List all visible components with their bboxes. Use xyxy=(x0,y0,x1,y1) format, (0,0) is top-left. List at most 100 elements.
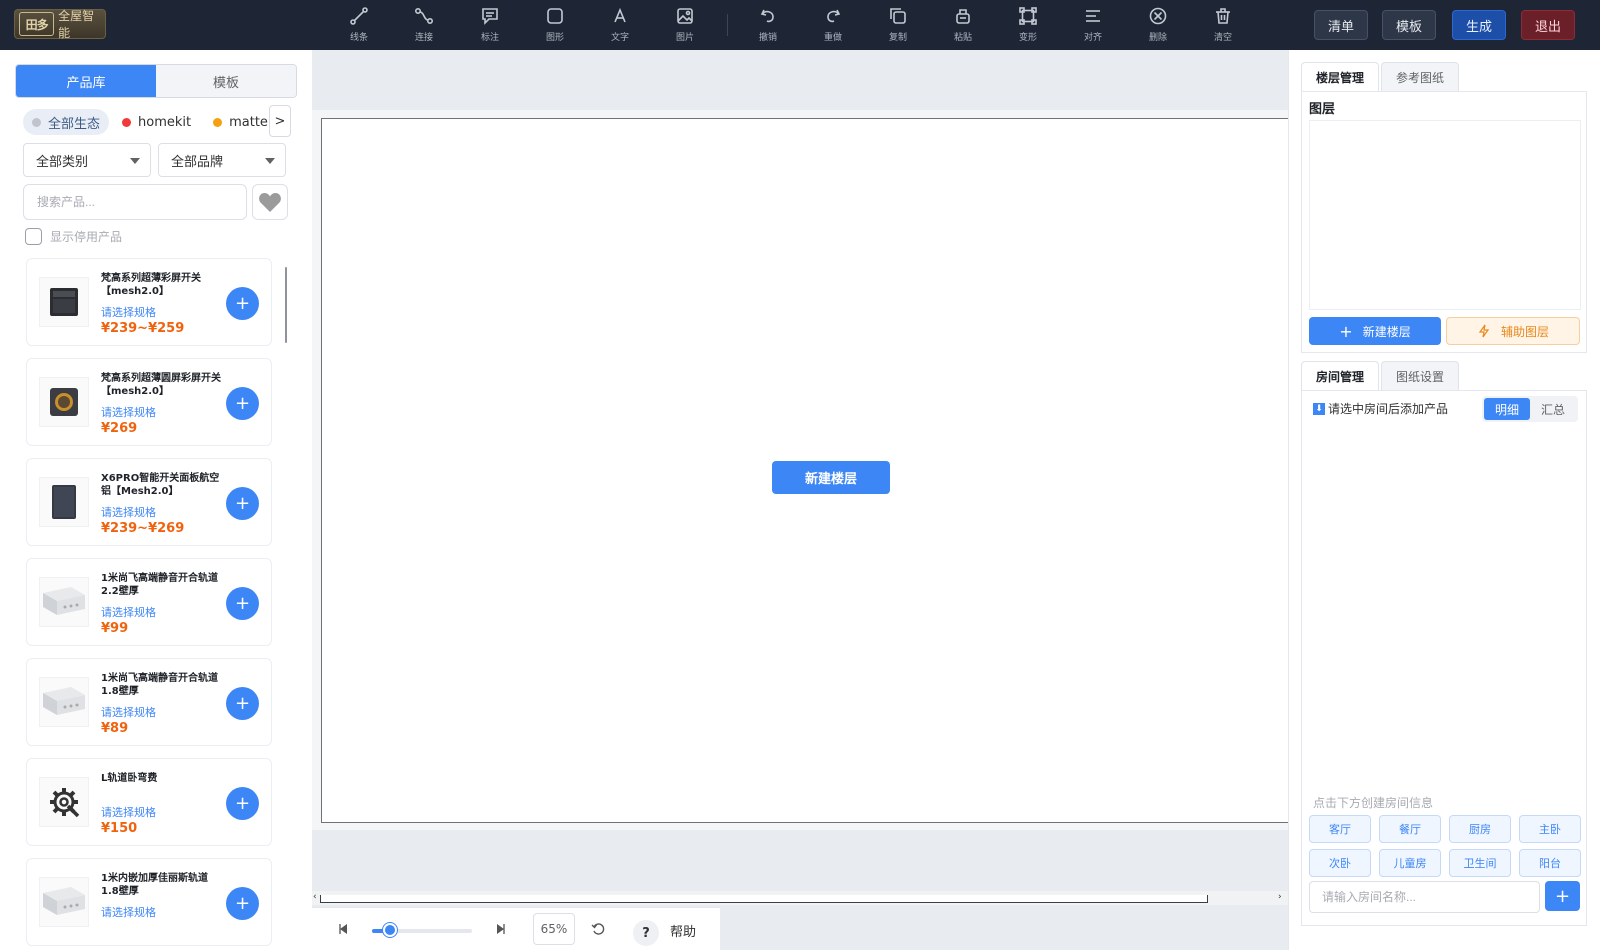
list-button[interactable]: 清单 xyxy=(1314,10,1368,40)
tool-clear[interactable]: 清空 xyxy=(1201,6,1245,46)
favorites-button[interactable] xyxy=(252,184,288,220)
product-spec-link[interactable]: 请选择规格 xyxy=(101,404,156,420)
tool-text-label: 文字 xyxy=(610,33,629,43)
tool-redo-label: 重做 xyxy=(823,33,842,43)
brand-select[interactable]: 全部品牌 xyxy=(158,143,286,177)
product-spec-link[interactable]: 请选择规格 xyxy=(101,304,156,320)
tool-undo[interactable]: 撤销 xyxy=(746,6,790,46)
tool-shape[interactable]: 图形 xyxy=(533,6,577,46)
product-list-scrollbar[interactable] xyxy=(285,267,287,343)
add-product-button[interactable]: + xyxy=(226,887,259,920)
new-floor-center-button[interactable]: 新建楼层 xyxy=(772,461,890,494)
eco-all[interactable]: 全部生态 xyxy=(23,109,110,135)
help-icon[interactable]: ? xyxy=(633,920,659,946)
room-preset-bathroom[interactable]: 卫生间 xyxy=(1449,849,1511,877)
room-presets: 客厅 餐厅 厨房 主卧 次卧 儿童房 卫生间 阳台 xyxy=(1309,815,1581,877)
room-preset-living[interactable]: 客厅 xyxy=(1309,815,1371,843)
room-name-input[interactable] xyxy=(1309,881,1540,913)
tool-text[interactable]: 文字 xyxy=(598,6,642,46)
help-link[interactable]: 帮助 xyxy=(670,921,696,940)
room-preset-kids-room[interactable]: 儿童房 xyxy=(1379,849,1441,877)
tab-floor-management[interactable]: 楼层管理 xyxy=(1301,62,1380,92)
brand-select-value: 全部品牌 xyxy=(171,154,224,170)
generate-button[interactable]: 生成 xyxy=(1452,10,1506,40)
logo-mark: 田多 xyxy=(19,12,55,36)
add-product-button[interactable]: + xyxy=(226,387,259,420)
add-product-button[interactable]: + xyxy=(226,687,259,720)
eco-homekit-label: homekit xyxy=(138,114,192,130)
eco-homekit[interactable]: homekit xyxy=(113,109,200,135)
add-product-button[interactable]: + xyxy=(226,287,259,320)
align-icon xyxy=(1086,10,1100,22)
eco-next-button[interactable]: > xyxy=(269,105,291,137)
add-product-button[interactable]: + xyxy=(226,787,259,820)
product-spec-link[interactable]: 请选择规格 xyxy=(101,704,156,720)
room-tabs: 房间管理 图纸设置 xyxy=(1301,361,1461,391)
product-card[interactable]: 梵高系列超薄彩屏开关【mesh2.0】 请选择规格 ¥239~¥259 + xyxy=(26,258,272,346)
tool-line[interactable]: 线条 xyxy=(337,6,381,46)
tab-reference-drawing[interactable]: 参考图纸 xyxy=(1381,62,1460,92)
product-card[interactable]: 1米内嵌加厚佳丽斯轨道1.8壁厚 请选择规格 + xyxy=(26,858,272,946)
room-preset-dining[interactable]: 餐厅 xyxy=(1379,815,1441,843)
tool-copy[interactable]: 复制 xyxy=(876,6,920,46)
product-spec-link[interactable]: 请选择规格 xyxy=(101,804,156,820)
zoom-slider-knob[interactable] xyxy=(383,923,397,937)
tool-align[interactable]: 对齐 xyxy=(1071,6,1115,46)
product-list: 梵高系列超薄彩屏开关【mesh2.0】 请选择规格 ¥239~¥259 + 梵高… xyxy=(26,258,292,950)
add-room-button[interactable]: + xyxy=(1545,881,1580,911)
toggle-summary[interactable]: 汇总 xyxy=(1530,398,1576,420)
scroll-left-icon[interactable]: ‹ xyxy=(313,892,317,902)
product-name: 1米尚飞高端静音开合轨道2.2壁厚 xyxy=(101,573,218,597)
room-preset-second-bedroom[interactable]: 次卧 xyxy=(1309,849,1371,877)
exit-button[interactable]: 退出 xyxy=(1521,10,1575,40)
tool-transform[interactable]: 变形 xyxy=(1006,6,1050,46)
aux-layer-button[interactable]: 辅助图层 xyxy=(1446,317,1580,345)
tool-redo[interactable]: 重做 xyxy=(811,6,855,46)
tool-delete[interactable]: 删除 xyxy=(1136,6,1180,46)
tab-product-library[interactable]: 产品库 xyxy=(16,65,156,97)
add-product-button[interactable]: + xyxy=(226,587,259,620)
tab-drawing-settings[interactable]: 图纸设置 xyxy=(1381,361,1460,391)
toolbar-divider xyxy=(727,14,728,36)
new-floor-button[interactable]: + 新建楼层 xyxy=(1309,317,1441,345)
add-product-button[interactable]: + xyxy=(226,487,259,520)
horizontal-scrollbar[interactable]: ‹ › xyxy=(312,891,1288,905)
design-canvas-area: 新建楼层 ‹ › 65% ? 帮助 xyxy=(312,50,1288,950)
tool-paste[interactable]: 粘贴 xyxy=(941,6,985,46)
product-card[interactable]: 1米尚飞高端静音开合轨道1.8壁厚 请选择规格 ¥89 + xyxy=(26,658,272,746)
annotation-icon xyxy=(482,8,498,25)
room-preset-kitchen[interactable]: 厨房 xyxy=(1449,815,1511,843)
product-image xyxy=(39,777,89,827)
product-card[interactable]: X6PRO智能开关面板航空铝【Mesh2.0】 请选择规格 ¥239~¥269 … xyxy=(26,458,272,546)
template-button[interactable]: 模板 xyxy=(1382,10,1436,40)
product-card[interactable]: 梵高系列超薄圆屏彩屏开关【mesh2.0】 请选择规格 ¥269 + xyxy=(26,358,272,446)
tool-connect[interactable]: 连接 xyxy=(402,6,446,46)
scroll-right-icon[interactable]: › xyxy=(1278,892,1282,902)
product-search-input[interactable] xyxy=(23,184,247,220)
tab-room-management[interactable]: 房间管理 xyxy=(1301,361,1380,391)
show-disabled-checkbox[interactable] xyxy=(25,228,42,245)
product-card[interactable]: 1米尚飞高端静音开合轨道2.2壁厚 请选择规格 ¥99 + xyxy=(26,558,272,646)
room-preset-balcony[interactable]: 阳台 xyxy=(1519,849,1581,877)
product-name: 1米尚飞高端静音开合轨道1.8壁厚 xyxy=(101,673,218,697)
tab-templates[interactable]: 模板 xyxy=(156,65,296,97)
product-spec-link[interactable]: 请选择规格 xyxy=(101,504,156,520)
tool-image[interactable]: 图片 xyxy=(663,6,707,46)
tool-annotation[interactable]: 标注 xyxy=(468,6,512,46)
product-card[interactable]: L轨道卧弯费 请选择规格 ¥150 + xyxy=(26,758,272,846)
management-panel: 楼层管理 参考图纸 图层 + 新建楼层 辅助图层 房间管理 图纸设置 ⬇ 请选中… xyxy=(1288,50,1600,950)
floor-tabs: 楼层管理 参考图纸 xyxy=(1301,62,1461,92)
product-spec-link[interactable]: 请选择规格 xyxy=(101,904,156,920)
room-preset-master-bedroom[interactable]: 主卧 xyxy=(1519,815,1581,843)
zoom-in-triangle-icon[interactable] xyxy=(492,921,508,937)
product-spec-link[interactable]: 请选择规格 xyxy=(101,604,156,620)
new-floor-label: 新建楼层 xyxy=(1362,324,1411,339)
product-name: L轨道卧弯费 xyxy=(101,773,158,784)
product-name: 1米内嵌加厚佳丽斯轨道1.8壁厚 xyxy=(101,873,208,897)
zoom-out-triangle-icon[interactable] xyxy=(336,921,352,937)
horizontal-scroll-thumb[interactable] xyxy=(320,895,1208,903)
toggle-detail[interactable]: 明细 xyxy=(1484,398,1530,420)
reset-zoom-icon[interactable] xyxy=(590,921,606,937)
transform-icon xyxy=(1019,7,1037,25)
category-select[interactable]: 全部类别 xyxy=(23,143,151,177)
